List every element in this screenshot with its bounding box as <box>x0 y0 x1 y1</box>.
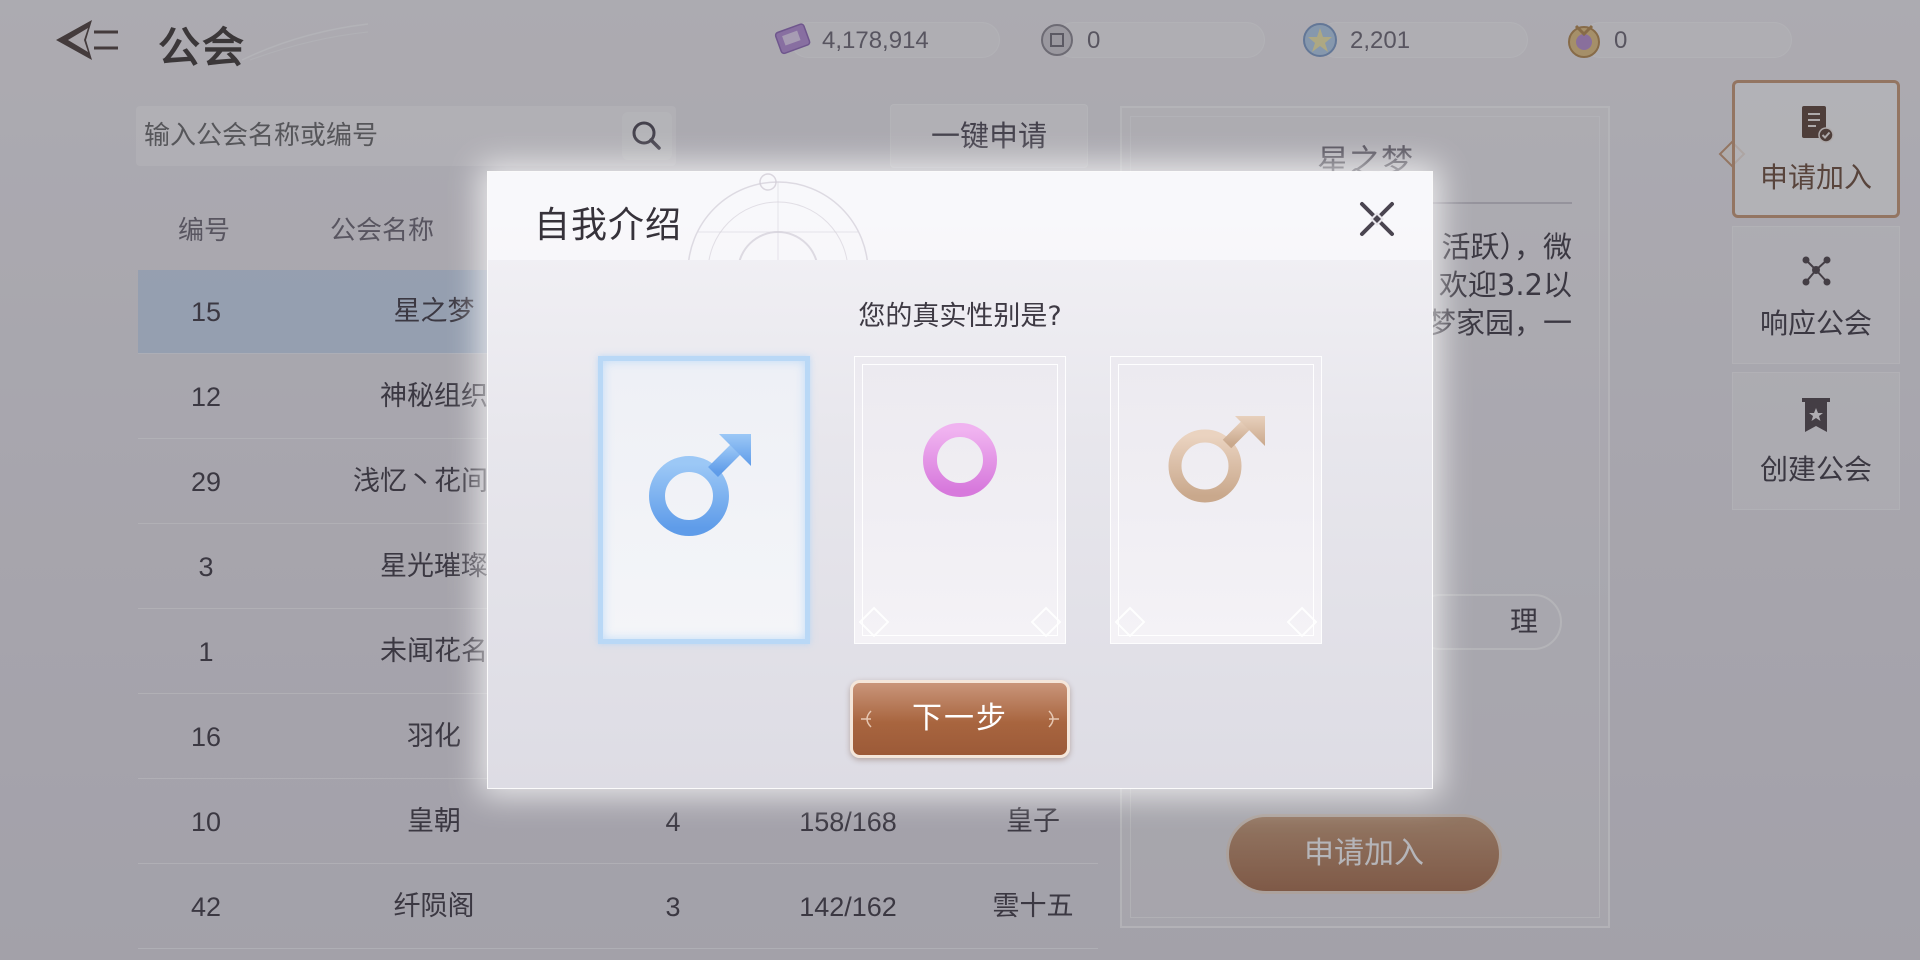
corner-decoration <box>1114 606 1146 638</box>
close-icon[interactable] <box>1356 198 1398 240</box>
corner-decoration <box>1030 606 1062 638</box>
dialog-title: 自我介绍 <box>534 205 683 246</box>
gender-option-other[interactable] <box>1110 356 1322 644</box>
next-step-label: 下一步 <box>912 701 1008 736</box>
gender-question: 您的真实性别是? <box>858 301 1062 332</box>
female-icon <box>923 423 997 544</box>
button-decoration <box>861 710 872 728</box>
other-gender-icon <box>1168 416 1265 544</box>
self-intro-dialog: 自我介绍 您的真实性别是? 下一步 <box>488 172 1432 788</box>
corner-decoration <box>1286 606 1318 638</box>
gender-option-female[interactable] <box>854 356 1066 644</box>
male-icon <box>649 434 751 536</box>
gender-option-male[interactable] <box>598 356 810 644</box>
button-decoration <box>1048 710 1059 728</box>
next-step-button[interactable]: 下一步 <box>850 680 1070 758</box>
corner-decoration <box>858 606 890 638</box>
